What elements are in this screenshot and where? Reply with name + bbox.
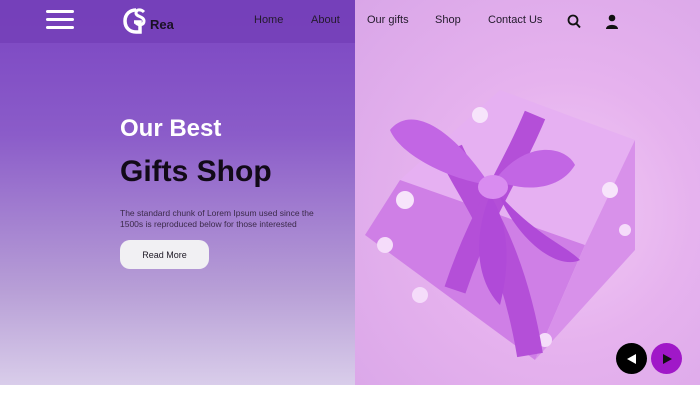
hero-section: Rea Home About Our gifts Shop Contact Us… (0, 0, 700, 385)
hero-heading-line1: Our Best (120, 115, 222, 142)
gs-monogram-icon (123, 8, 146, 34)
triangle-right-icon (662, 353, 672, 364)
prev-slide-button[interactable] (616, 343, 647, 374)
nav-shop[interactable]: Shop (435, 14, 461, 26)
nav-about[interactable]: About (311, 14, 340, 26)
nav-our-gifts[interactable]: Our gifts (367, 14, 409, 26)
nav-contact-us[interactable]: Contact Us (488, 14, 542, 26)
user-icon[interactable] (605, 14, 619, 29)
nav-home[interactable]: Home (254, 14, 283, 26)
hamburger-icon[interactable] (46, 10, 74, 30)
gift-box-image (365, 90, 635, 360)
read-more-button[interactable]: Read More (120, 240, 209, 269)
brand-name: Rea (150, 16, 174, 32)
brand-logo[interactable]: Rea (122, 6, 174, 36)
hero-left-panel (0, 0, 355, 385)
hero-heading-line2: Gifts Shop (120, 155, 272, 188)
top-navigation-bar: Rea Home About Our gifts Shop Contact Us (0, 0, 700, 43)
search-icon[interactable] (567, 14, 581, 29)
hero-description: The standard chunk of Lorem Ipsum used s… (120, 208, 314, 229)
triangle-left-icon (626, 353, 636, 364)
next-slide-button[interactable] (651, 343, 682, 374)
